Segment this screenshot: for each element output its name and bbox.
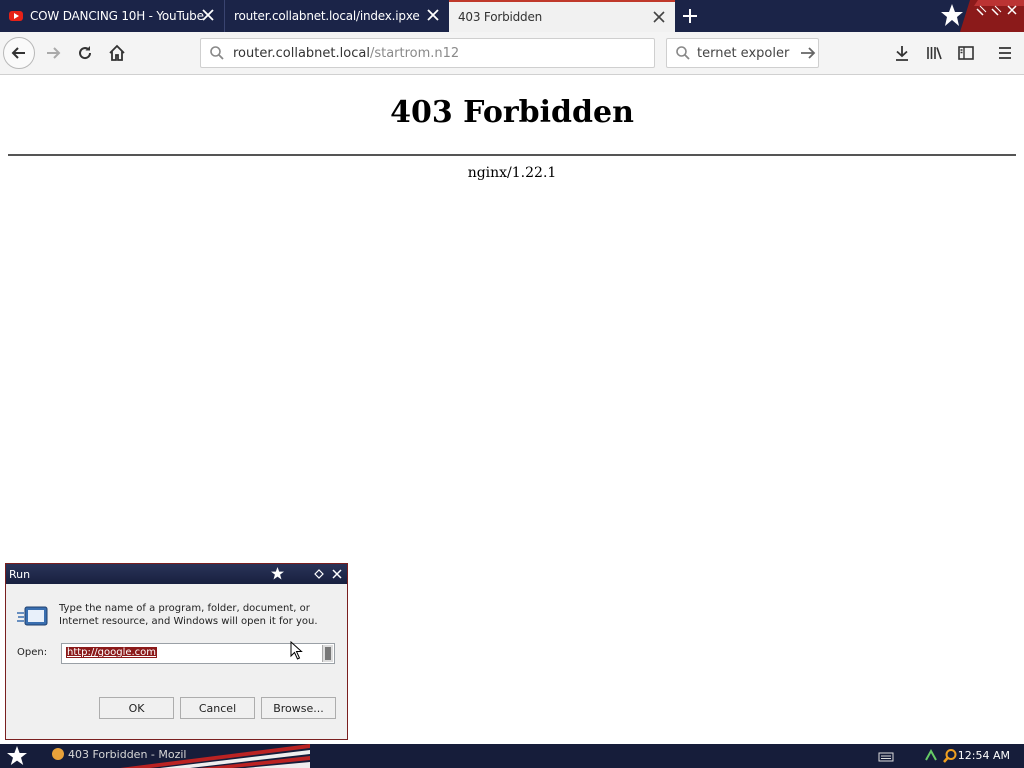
open-label: Open: <box>17 647 48 658</box>
tab-title: COW DANCING 10H - YouTube <box>30 9 204 23</box>
close-icon[interactable] <box>331 568 343 580</box>
tab-youtube[interactable]: COW DANCING 10H - YouTube <box>0 0 224 32</box>
run-body: Type the name of a program, folder, docu… <box>6 584 347 739</box>
nav-bar: router.collabnet.local/startrom.n12 tern… <box>0 32 1024 75</box>
tab-strip: COW DANCING 10H - YouTube router.collabn… <box>0 0 1024 32</box>
run-titlebar[interactable]: Run <box>6 564 347 584</box>
run-dialog: Run Type the name of a program, folder, … <box>5 563 348 740</box>
clock: 12:54 AM <box>957 749 1010 762</box>
run-icon <box>17 606 48 626</box>
youtube-icon <box>9 11 23 21</box>
tab-router[interactable]: router.collabnet.local/index.ipxe <box>224 0 449 32</box>
url-bar[interactable]: router.collabnet.local/startrom.n12 <box>200 38 655 68</box>
tab-title: router.collabnet.local/index.ipxe <box>234 9 420 23</box>
forward-icon <box>47 47 61 59</box>
divider <box>8 154 1016 156</box>
start-star-icon[interactable] <box>6 745 28 767</box>
search-tray-icon[interactable] <box>942 748 958 764</box>
plus-icon[interactable] <box>680 6 700 26</box>
sidebar-button[interactable] <box>950 37 982 69</box>
cancel-button[interactable]: Cancel <box>180 697 255 719</box>
reload-button[interactable] <box>69 37 101 69</box>
close-icon[interactable] <box>200 7 216 23</box>
run-prompt: Type the name of a program, folder, docu… <box>59 603 318 627</box>
server-signature: nginx/1.22.1 <box>467 165 557 181</box>
forward-button[interactable] <box>37 37 69 69</box>
back-icon <box>11 47 25 59</box>
home-button[interactable] <box>101 37 133 69</box>
network-icon[interactable] <box>924 748 938 764</box>
url-host: router.collabnet.local <box>233 45 370 61</box>
search-icon <box>676 46 690 60</box>
cursor-icon <box>290 641 303 660</box>
arrow-right-icon[interactable] <box>799 45 817 61</box>
window-controls <box>930 0 1024 32</box>
search-icon <box>210 46 224 60</box>
ok-button[interactable]: OK <box>99 697 174 719</box>
back-button[interactable] <box>3 37 35 69</box>
url-path: /startrom.n12 <box>369 45 460 61</box>
menu-icon <box>999 47 1011 59</box>
taskbar-item-firefox[interactable]: 403 Forbidden - Mozil <box>52 748 187 761</box>
taskbar: 403 Forbidden - Mozil 12:54 AM <box>0 744 1024 768</box>
star-icon <box>271 567 284 580</box>
close-icon[interactable] <box>651 9 667 25</box>
page-title: 403 Forbidden <box>390 95 634 130</box>
menu-button[interactable] <box>989 37 1021 69</box>
taskbar-item-label: 403 Forbidden - Mozil <box>68 748 187 761</box>
open-input-value[interactable]: http://google.com <box>66 647 158 658</box>
library-icon <box>927 47 942 60</box>
download-icon <box>896 46 908 61</box>
run-title: Run <box>9 568 31 581</box>
home-icon <box>109 44 125 61</box>
search-bar[interactable]: ternet expoler c <box>666 38 819 68</box>
url-text: router.collabnet.local/startrom.n12 <box>233 46 459 61</box>
browse-button[interactable]: Browse... <box>261 697 336 719</box>
close-icon[interactable] <box>425 7 441 23</box>
maximize-icon[interactable] <box>313 568 325 580</box>
sidebar-icon <box>958 46 974 60</box>
reload-icon <box>79 46 92 60</box>
keyboard-icon[interactable] <box>878 751 894 763</box>
downloads-button[interactable] <box>886 37 918 69</box>
search-input[interactable]: ternet expoler c <box>697 46 793 61</box>
dropdown-button[interactable] <box>322 645 333 662</box>
firefox-icon <box>52 748 64 760</box>
tab-403-forbidden[interactable]: 403 Forbidden <box>449 0 675 32</box>
tab-title: 403 Forbidden <box>458 10 543 24</box>
library-button[interactable] <box>918 37 950 69</box>
